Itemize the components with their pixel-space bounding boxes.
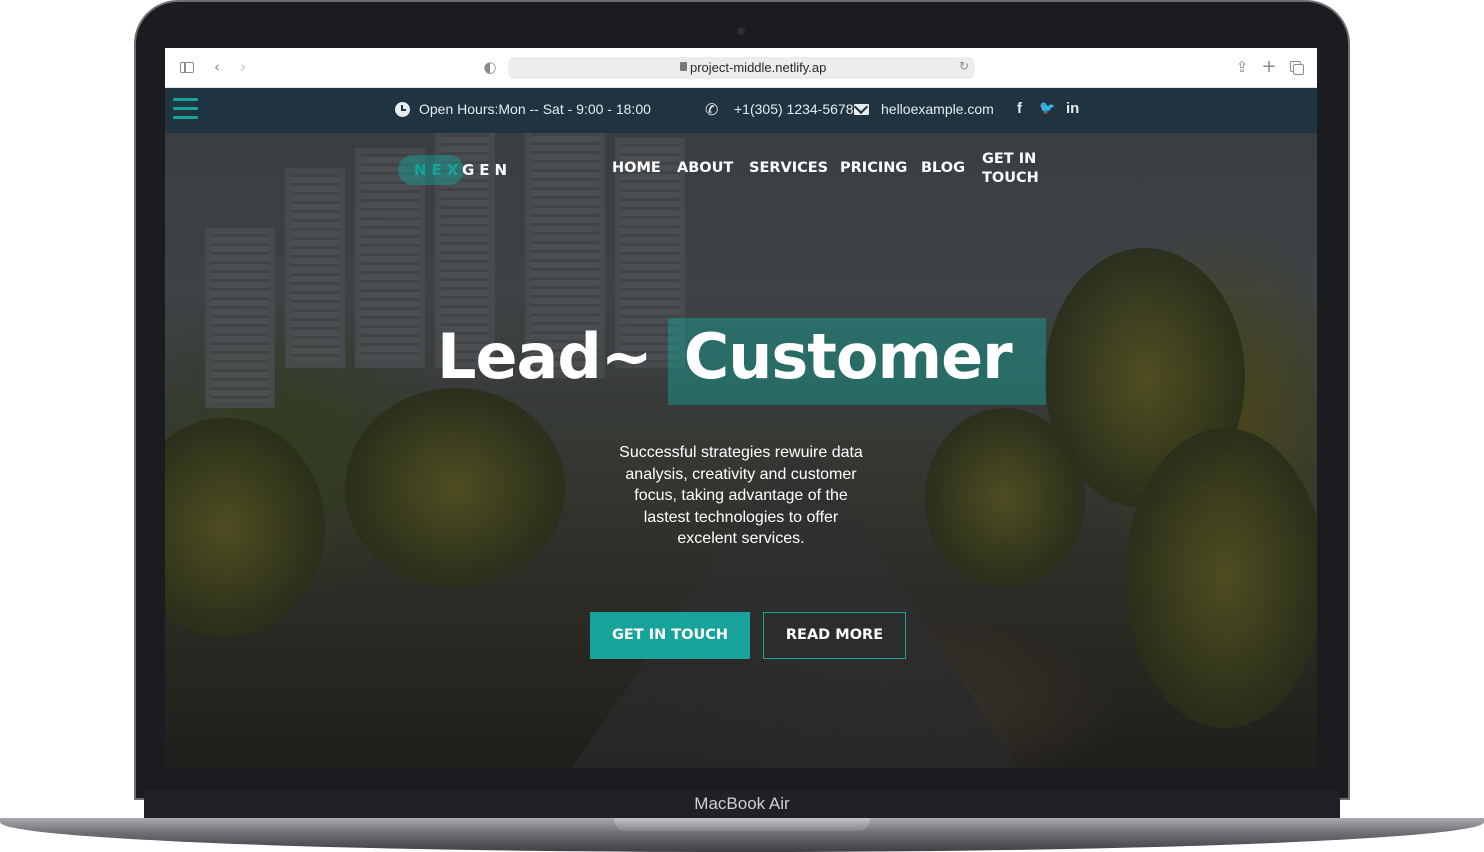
clock-icon xyxy=(395,102,410,117)
headline-word-1: Lead~ xyxy=(437,320,653,393)
share-icon[interactable]: ⇪ xyxy=(1233,58,1251,76)
lock-icon xyxy=(680,62,687,71)
nav-pricing[interactable]: PRICING xyxy=(840,160,907,176)
screen: ‹ › ◐ project-middle.netlify.ap ↻ ⇪ + Op… xyxy=(165,48,1317,768)
nav-blog[interactable]: BLOG xyxy=(921,160,965,176)
logo-part-1: NEX xyxy=(414,161,464,179)
phone-icon: ✆ xyxy=(705,100,719,119)
browser-toolbar: ‹ › ◐ project-middle.netlify.ap ↻ ⇪ + xyxy=(165,48,1317,88)
info-topbar: Open Hours:Mon -- Sat - 9:00 - 18:00 ✆ +… xyxy=(165,88,1317,133)
linkedin-icon[interactable]: in xyxy=(1066,100,1079,117)
logo-part-2: GEN xyxy=(462,161,513,179)
model-label: MacBook Air xyxy=(694,794,790,813)
sidebar-toggle-icon[interactable] xyxy=(178,58,196,76)
hero-headline: Lead~ Customer xyxy=(437,320,1013,393)
read-more-button[interactable]: READ MORE xyxy=(763,612,906,659)
nav-home[interactable]: HOME xyxy=(612,160,661,176)
get-in-touch-button[interactable]: GET IN TOUCH xyxy=(590,612,750,659)
new-tab-icon[interactable]: + xyxy=(1260,58,1278,76)
headline-word-2: Customer xyxy=(683,320,1013,393)
open-hours-text: Open Hours:Mon -- Sat - 9:00 - 18:00 xyxy=(419,101,651,117)
mail-icon xyxy=(854,104,869,115)
url-text[interactable]: project-middle.netlify.ap xyxy=(690,60,826,75)
camera-icon xyxy=(737,27,745,35)
email-link[interactable]: helloexample.com xyxy=(881,101,994,117)
hero-overlay xyxy=(165,88,1317,768)
shield-icon[interactable]: ◐ xyxy=(481,58,499,76)
nav-get-in-touch[interactable]: GET IN TOUCH xyxy=(982,150,1052,188)
facebook-icon[interactable]: f xyxy=(1017,100,1022,117)
phone-number[interactable]: +1(305) 1234-5678 xyxy=(734,101,854,117)
hero-subtext: Successful strategies rewuire data analy… xyxy=(619,444,863,548)
website: Open Hours:Mon -- Sat - 9:00 - 18:00 ✆ +… xyxy=(165,88,1317,768)
nav-about[interactable]: ABOUT xyxy=(677,160,733,176)
site-logo[interactable]: NEX GEN xyxy=(398,155,518,185)
back-icon[interactable]: ‹ xyxy=(208,58,226,76)
laptop-notch xyxy=(614,818,870,831)
nav-services[interactable]: SERVICES xyxy=(749,160,828,176)
twitter-icon[interactable]: 🐦 xyxy=(1039,100,1055,116)
hamburger-menu-icon[interactable] xyxy=(173,97,198,121)
forward-icon[interactable]: › xyxy=(234,58,252,76)
address-bar[interactable]: project-middle.netlify.ap ↻ xyxy=(508,57,975,79)
reload-icon[interactable]: ↻ xyxy=(959,59,969,73)
tabs-icon[interactable] xyxy=(1287,58,1305,76)
